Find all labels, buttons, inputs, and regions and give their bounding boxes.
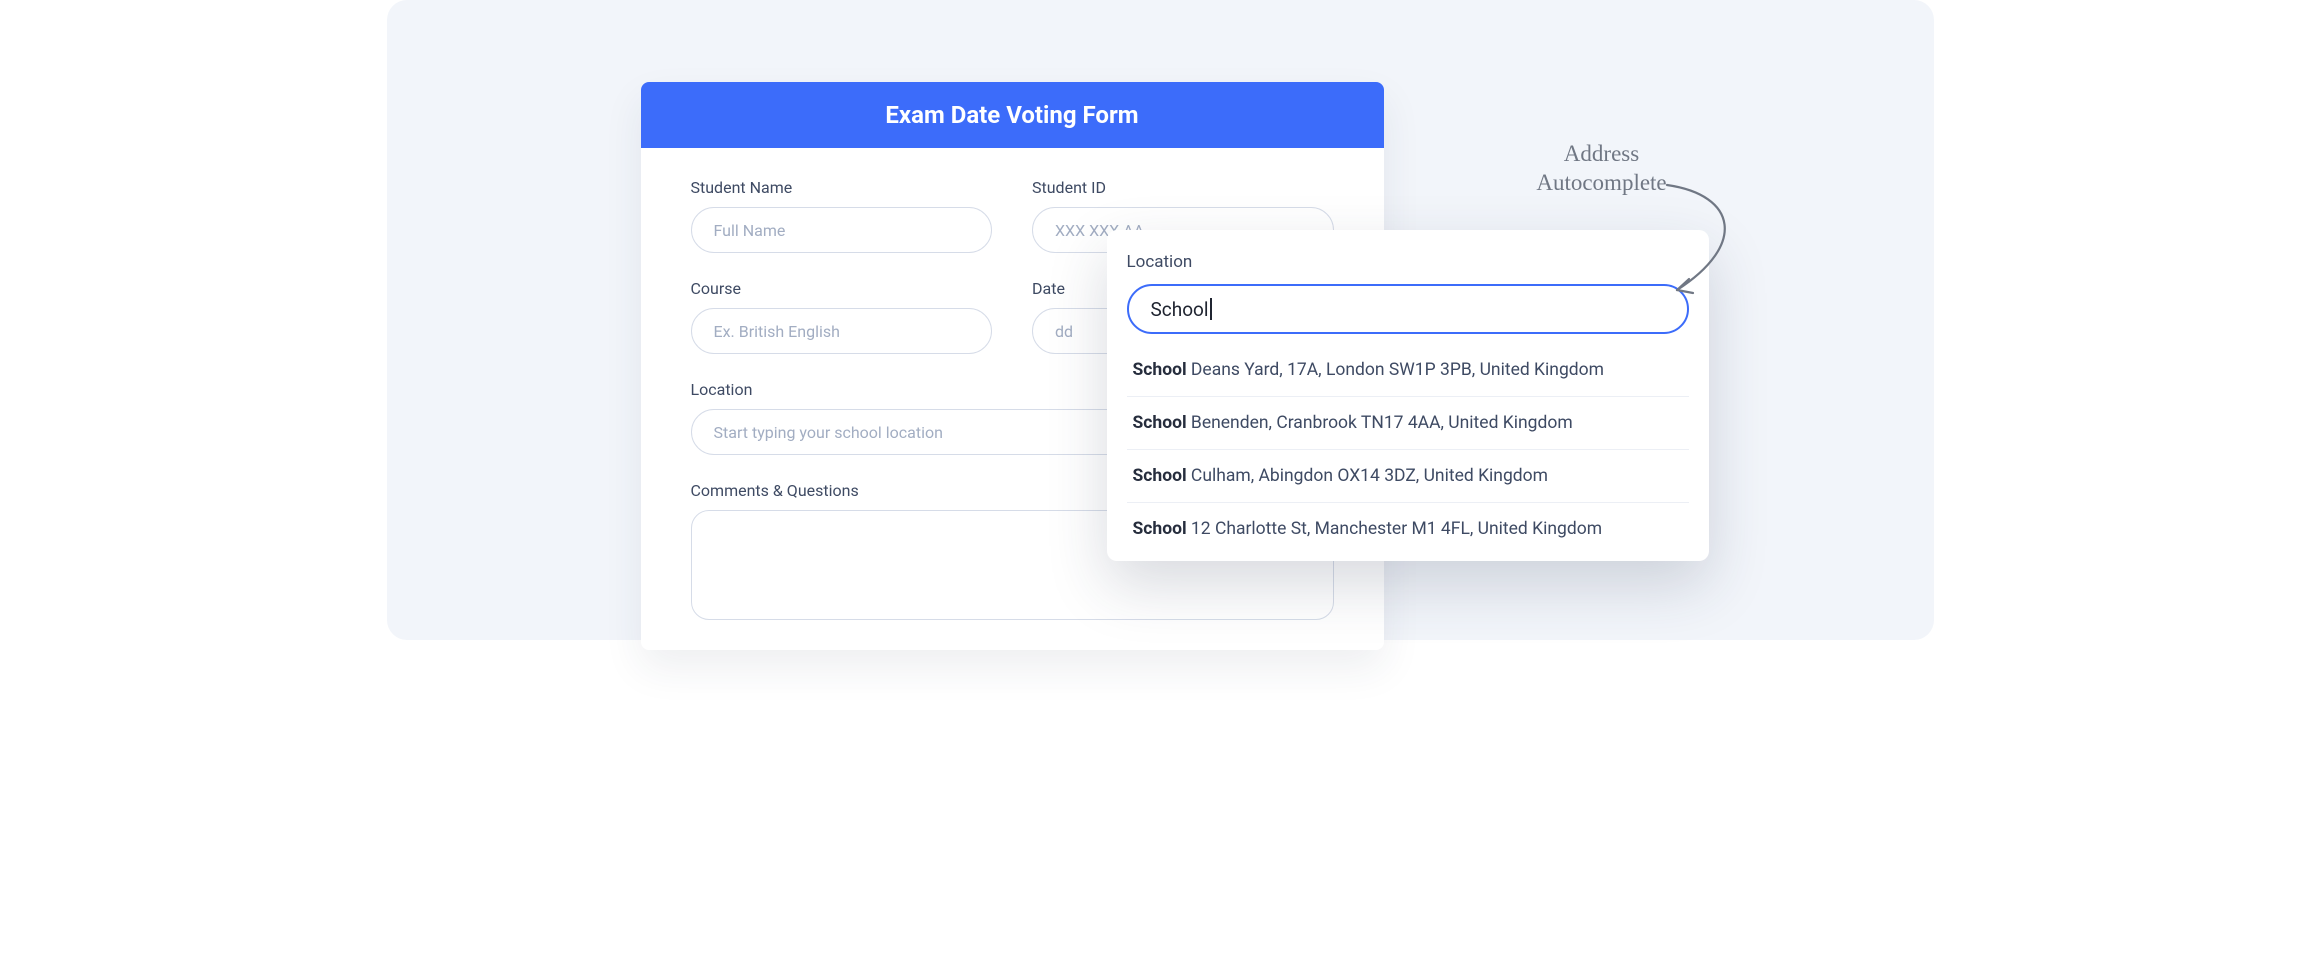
text-caret [1210,298,1212,320]
annotation-label: Address Autocomplete [1442,140,1762,198]
autocomplete-suggestions: School Deans Yard, 17A, London SW1P 3PB,… [1127,344,1689,555]
suggestion-match: School [1133,519,1187,539]
suggestion-rest: Benenden, Cranbrook TN17 4AA, United Kin… [1187,413,1573,433]
autocomplete-input[interactable]: School [1127,284,1689,334]
suggestion-rest: Deans Yard, 17A, London SW1P 3PB, United… [1187,360,1604,380]
autocomplete-suggestion[interactable]: School 12 Charlotte St, Manchester M1 4F… [1127,503,1689,555]
form-title: Exam Date Voting Form [641,82,1384,148]
autocomplete-query-text: School [1151,298,1209,321]
suggestion-match: School [1133,413,1187,433]
label-student-name: Student Name [691,178,993,197]
input-course[interactable]: Ex. British English [691,308,993,354]
label-student-id: Student ID [1032,178,1334,197]
autocomplete-suggestion[interactable]: School Deans Yard, 17A, London SW1P 3PB,… [1127,344,1689,397]
label-course: Course [691,279,993,298]
input-student-name[interactable]: Full Name [691,207,993,253]
suggestion-rest: Culham, Abingdon OX14 3DZ, United Kingdo… [1187,466,1548,486]
suggestion-match: School [1133,466,1187,486]
autocomplete-suggestion[interactable]: School Culham, Abingdon OX14 3DZ, United… [1127,450,1689,503]
autocomplete-label: Location [1127,252,1689,272]
field-course: Course Ex. British English [691,279,993,354]
suggestion-match: School [1133,360,1187,380]
autocomplete-popover: Location School School Deans Yard, 17A, … [1107,230,1709,561]
field-student-name: Student Name Full Name [691,178,993,253]
autocomplete-suggestion[interactable]: School Benenden, Cranbrook TN17 4AA, Uni… [1127,397,1689,450]
suggestion-rest: 12 Charlotte St, Manchester M1 4FL, Unit… [1187,519,1602,539]
